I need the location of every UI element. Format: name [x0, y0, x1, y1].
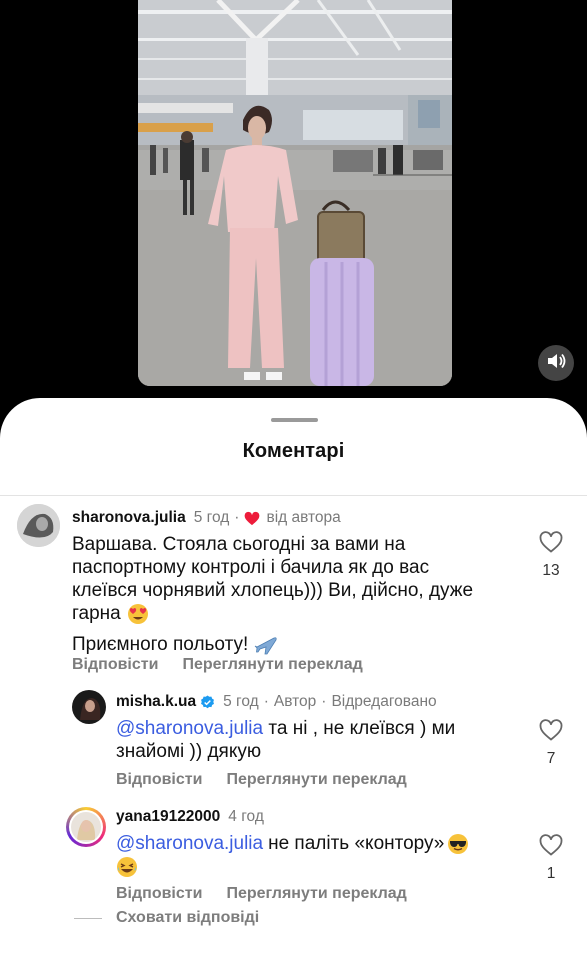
comment-text: @sharonova.julia не паліть «контору» — [116, 832, 526, 884]
dot-separator: · — [321, 693, 327, 710]
comment-line: та ні , не клеївся ) ми — [268, 718, 456, 739]
verified-icon — [200, 694, 215, 710]
heart-filled-icon — [244, 511, 260, 526]
comment-text: Варшава. Стояла сьогодні за вами на пасп… — [72, 533, 522, 656]
divider-line — [74, 917, 102, 919]
laughing-emoji — [116, 856, 138, 878]
divider — [0, 495, 587, 496]
like-button[interactable]: 1 — [531, 834, 571, 883]
mute-button[interactable] — [538, 345, 574, 381]
mute-icon — [546, 352, 566, 375]
sunglasses-emoji — [447, 833, 469, 855]
reply-button[interactable]: Відповісти — [116, 885, 202, 902]
like-count: 1 — [546, 865, 556, 882]
airplane-emoji — [254, 634, 278, 656]
avatar[interactable] — [17, 504, 60, 547]
comment-line: паспортному контролі і бачила як до вас — [72, 557, 430, 578]
comment-line: клеївся чорнявий хлопець))) Ви, дійсно, … — [72, 580, 474, 601]
like-button[interactable]: 13 — [531, 531, 571, 580]
like-count: 13 — [542, 562, 560, 579]
like-count: 7 — [546, 750, 556, 767]
username[interactable]: yana19122000 — [116, 808, 220, 826]
dot-separator: · — [263, 693, 269, 710]
video-player[interactable] — [138, 0, 452, 386]
comment-line: Приємного польоту! — [72, 634, 249, 655]
see-translation-button[interactable]: Переглянути переклад — [182, 656, 362, 673]
mention-link[interactable]: @sharonova.julia — [116, 832, 263, 855]
heart-outline-icon — [539, 531, 563, 553]
video-frame-image — [138, 0, 452, 386]
edited-label: Відредаговано — [331, 693, 437, 710]
timestamp: 5 год — [223, 693, 259, 710]
video-area — [0, 0, 587, 420]
comment-line: Варшава. Стояла сьогодні за вами на — [72, 534, 406, 555]
comment-line: не паліть «контору» — [268, 833, 445, 854]
author-label: Автор — [273, 693, 317, 710]
reply-button[interactable]: Відповісти — [72, 656, 158, 673]
timestamp: 5 год — [193, 509, 230, 526]
drag-handle[interactable] — [271, 418, 318, 422]
like-button[interactable]: 7 — [531, 719, 571, 768]
heart-outline-icon — [539, 834, 563, 856]
mention-link[interactable]: @sharonova.julia — [116, 718, 263, 739]
reply-button[interactable]: Відповісти — [116, 771, 202, 788]
hide-replies-label: Сховати відповіді — [116, 909, 260, 926]
see-translation-button[interactable]: Переглянути переклад — [226, 885, 406, 902]
heart-eyes-emoji — [127, 603, 149, 625]
avatar[interactable] — [72, 690, 106, 724]
comment-text: @sharonova.julia та ні , не клеївся ) ми… — [116, 717, 516, 763]
see-translation-button[interactable]: Переглянути переклад — [226, 771, 406, 788]
username[interactable]: sharonova.julia — [72, 509, 186, 527]
sheet-title: Коментарі — [242, 440, 345, 462]
dot-separator: · — [234, 509, 240, 526]
comments-sheet: Коментарі sharonova.julia 5 год · від ав… — [0, 398, 587, 954]
author-liked-label: від автора — [266, 509, 341, 526]
comment-line: гарна — [72, 603, 121, 624]
avatar[interactable] — [66, 807, 106, 847]
hide-replies-button[interactable]: Сховати відповіді — [74, 909, 259, 927]
comment-line: знайомі )) дякую — [116, 741, 262, 762]
heart-outline-icon — [539, 719, 563, 741]
username[interactable]: misha.k.ua — [116, 693, 196, 711]
timestamp: 4 год — [228, 808, 264, 825]
